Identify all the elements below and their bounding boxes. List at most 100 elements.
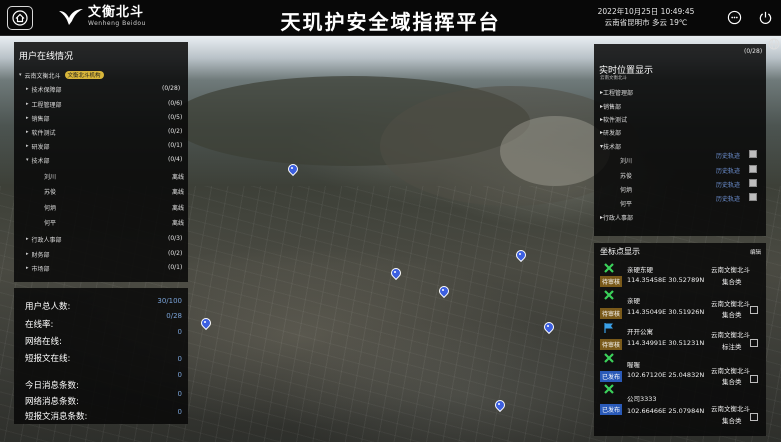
point-org: 云南文衡北斗 <box>711 266 750 274</box>
online-status-panel: 用户在线情况 ▾ 云南文衡北斗 文衡北斗机构 ▸ 技术保障部 (0/28) ▸ 工程… <box>14 42 188 282</box>
caret-right-icon: ▸ <box>26 265 29 271</box>
top-header: 文衡北斗 Wenheng Beidou 天玑护安全域指挥平台 2022年10月2… <box>0 0 781 36</box>
dept-count: (0/1) <box>168 264 183 271</box>
caret-right-icon: ▸ <box>26 86 29 92</box>
dept-count: (0/2) <box>168 250 183 257</box>
cross-point-icon <box>604 263 614 273</box>
location-top-item[interactable]: 云南文衡北斗 <box>600 75 627 81</box>
point-org: 云南文衡北斗 <box>711 405 750 413</box>
location-checkbox[interactable] <box>749 165 757 173</box>
location-dept[interactable]: ▸ 工程管理部 <box>600 88 633 97</box>
map-marker[interactable] <box>515 250 525 263</box>
location-dept[interactable]: ▸ 研发部 <box>600 128 621 137</box>
point-checkbox[interactable] <box>750 375 758 383</box>
history-track-link[interactable]: 历史轨迹 <box>716 151 740 160</box>
caret-right-icon: ▸ <box>26 101 29 107</box>
tree-root[interactable]: ▾ 云南文衡北斗 文衡北斗机构 <box>19 70 104 80</box>
tree-dept-rnd[interactable]: ▸ 研发部 <box>26 141 50 151</box>
caret-down-icon: ▾ <box>19 72 22 78</box>
map-marker[interactable] <box>494 400 504 413</box>
map-marker[interactable] <box>200 318 210 331</box>
point-name: 开开公寓 <box>627 328 653 336</box>
map-marker[interactable] <box>438 286 448 299</box>
stat-network-online-label: 网络在线: <box>25 337 62 347</box>
point-group: 集合类 <box>722 417 742 425</box>
status-tag: 待审核 <box>600 308 623 319</box>
weather-info: 云南省昆明市 多云 19℃ <box>604 18 688 27</box>
member-status: 离线 <box>172 220 185 227</box>
point-group: 集合类 <box>722 378 742 386</box>
stat-total-users-label: 用户总人数: <box>25 302 71 312</box>
stats-panel: 用户总人数: 30/100 在线率: 0/28 网络在线: 0 短报文在线: 0… <box>14 288 188 424</box>
stat-today-msg-value: 0 <box>177 371 182 379</box>
tree-member[interactable]: 苏俊 <box>44 186 56 196</box>
stat-sms-online-value: 0 <box>177 355 182 363</box>
tree-dept-tech[interactable]: ▾ 技术部 <box>26 155 50 165</box>
map-marker[interactable] <box>390 268 400 281</box>
dept-count: (0/3) <box>168 235 183 242</box>
status-tag: 待审核 <box>600 339 623 350</box>
status-tag: 已发布 <box>600 371 623 382</box>
point-coordinate: 114.35458E 30.52789N <box>627 276 705 284</box>
point-checkbox[interactable] <box>750 306 758 314</box>
tree-member[interactable]: 何炳 <box>44 202 56 212</box>
stat-network-msg-value: 0 <box>177 390 182 398</box>
cross-point-icon <box>604 290 614 300</box>
stat-online-rate-value: 0/28 <box>166 312 182 320</box>
point-coordinate: 114.35049E 30.51926N <box>627 308 705 316</box>
point-checkbox[interactable] <box>750 413 758 421</box>
location-member[interactable]: 何炳 <box>620 185 632 194</box>
location-member[interactable]: 苏俊 <box>620 171 632 180</box>
point-coordinate: 102.67120E 25.04832N <box>627 371 705 379</box>
stat-sms-msg-value: 0 <box>177 408 182 416</box>
caret-right-icon: ▸ <box>26 115 29 121</box>
history-track-link[interactable]: 历史轨迹 <box>716 194 740 203</box>
tree-dept-finance[interactable]: ▸ 财务部 <box>26 249 50 259</box>
point-coordinate: 114.34991E 30.51231N <box>627 339 705 347</box>
message-button[interactable] <box>726 9 742 25</box>
tree-dept-tech-support[interactable]: ▸ 技术保障部 <box>26 84 62 94</box>
tree-dept-hr[interactable]: ▸ 行政人事部 <box>26 234 62 244</box>
location-dept[interactable]: ▸ 销售部 <box>600 102 621 111</box>
tree-dept-engineering[interactable]: ▸ 工程管理部 <box>26 99 62 109</box>
tree-member[interactable]: 刘川 <box>44 171 56 181</box>
tree-member[interactable]: 何平 <box>44 217 56 227</box>
caret-right-icon: ▸ <box>26 236 29 242</box>
edit-button[interactable]: 编辑 <box>750 248 761 256</box>
location-dept[interactable]: ▸ 软件测试 <box>600 115 627 124</box>
tree-dept-sales[interactable]: ▸ 销售部 <box>26 113 50 123</box>
location-member[interactable]: 何平 <box>620 199 632 208</box>
stat-total-users-value: 30/100 <box>157 297 182 305</box>
tree-dept-market[interactable]: ▸ 市场部 <box>26 263 50 273</box>
history-track-link[interactable]: 历史轨迹 <box>716 166 740 175</box>
stat-today-msg-label: 今日消息条数: <box>25 381 79 391</box>
map-marker[interactable] <box>543 322 553 335</box>
point-checkbox[interactable] <box>750 339 758 347</box>
location-dept[interactable]: ▸ 行政人事部 <box>600 213 633 222</box>
dept-count: (0/28) <box>162 85 181 92</box>
point-org: 云南文衡北斗 <box>711 300 750 308</box>
location-count: (0/28) <box>744 48 763 55</box>
location-checkbox[interactable] <box>749 179 757 187</box>
member-status: 离线 <box>172 205 185 212</box>
globe-icon <box>768 38 780 50</box>
caret-right-icon: ▸ <box>26 251 29 257</box>
globe-button[interactable] <box>768 38 780 50</box>
map-marker[interactable] <box>287 164 297 177</box>
point-org: 云南文衡北斗 <box>711 367 750 375</box>
point-group: 标注类 <box>722 343 742 351</box>
member-status: 离线 <box>172 174 185 181</box>
logout-button[interactable] <box>757 9 773 25</box>
point-name: 喔喔 <box>627 361 640 369</box>
location-member[interactable]: 刘川 <box>620 156 632 165</box>
tree-dept-testing[interactable]: ▸ 软件测试 <box>26 127 56 137</box>
point-name: 公司3333 <box>627 395 657 403</box>
location-checkbox[interactable] <box>749 193 757 201</box>
point-coordinate: 102.66466E 25.07984N <box>627 407 705 415</box>
chat-bubble-icon <box>727 10 741 24</box>
location-dept[interactable]: ▾ 技术部 <box>600 142 621 151</box>
history-track-link[interactable]: 历史轨迹 <box>716 180 740 189</box>
org-badge: 文衡北斗机构 <box>64 71 104 79</box>
location-checkbox[interactable] <box>749 150 757 158</box>
power-icon <box>759 11 771 24</box>
